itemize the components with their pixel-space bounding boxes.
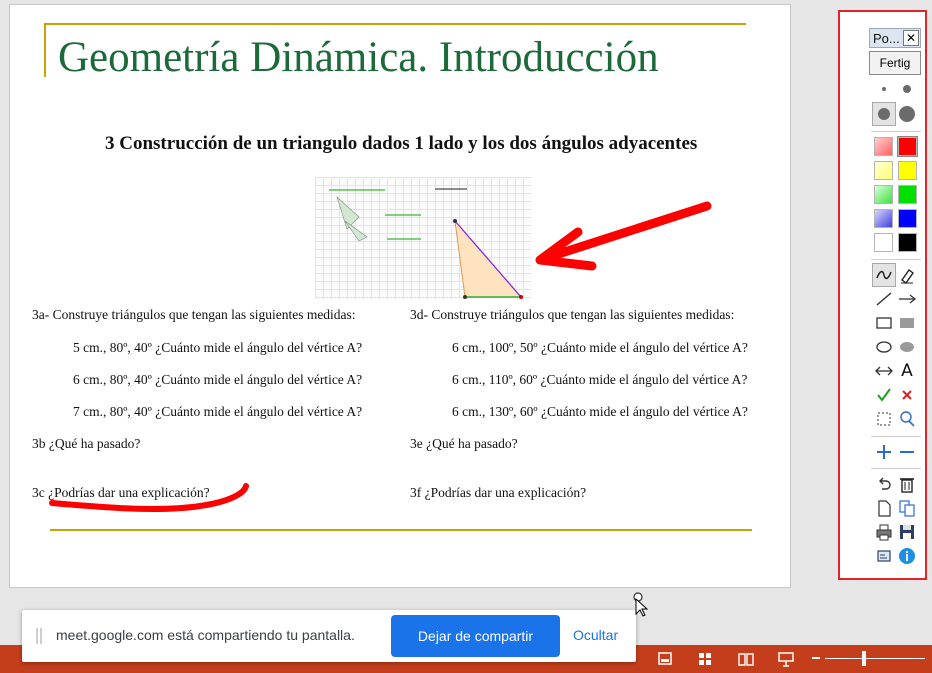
color-light-yellow[interactable] bbox=[874, 161, 893, 180]
pen-palette: Po... ✕ Fertig A bbox=[838, 10, 927, 580]
settings-icon[interactable] bbox=[873, 545, 895, 567]
select-area-icon[interactable] bbox=[873, 408, 895, 430]
ellipse-icon[interactable] bbox=[873, 336, 895, 358]
color-light-green[interactable] bbox=[874, 185, 893, 204]
exercise-3a-item: 7 cm., 80º, 40º ¿Cuánto mide el ángulo d… bbox=[73, 404, 363, 419]
new-page-icon[interactable] bbox=[873, 497, 895, 519]
title-rule bbox=[44, 23, 746, 25]
plus-icon[interactable] bbox=[873, 441, 895, 463]
mouse-cursor-icon bbox=[633, 592, 649, 617]
color-green[interactable] bbox=[898, 185, 917, 204]
line-icon[interactable] bbox=[873, 288, 895, 310]
eraser-icon[interactable] bbox=[896, 264, 918, 286]
palette-title: Po... bbox=[873, 31, 900, 46]
color-light-red[interactable] bbox=[874, 137, 893, 156]
exercise-3d-item: 6 cm., 130º, 60º ¿Cuánto mide el ángulo … bbox=[452, 404, 748, 419]
copy-icon[interactable] bbox=[896, 497, 918, 519]
palette-divider bbox=[871, 131, 921, 132]
question-3c: 3c ¿Podrías dar una explicación? bbox=[32, 485, 210, 500]
question-3b: 3b ¿Qué ha pasado? bbox=[32, 436, 141, 451]
print-icon[interactable] bbox=[873, 521, 895, 543]
zoom-slider-thumb[interactable] bbox=[862, 651, 866, 666]
filled-rectangle-icon[interactable] bbox=[896, 312, 918, 334]
rectangle-icon[interactable] bbox=[873, 312, 895, 334]
trash-icon[interactable] bbox=[896, 473, 918, 495]
hide-button[interactable]: Ocultar bbox=[573, 627, 618, 643]
slide-title: Geometría Dinámica. Introducción bbox=[58, 34, 659, 81]
palette-divider bbox=[871, 468, 921, 469]
exercise-3d-item: 6 cm., 110º, 60º ¿Cuánto mide el ángulo … bbox=[452, 372, 748, 387]
filled-ellipse-icon[interactable] bbox=[896, 336, 918, 358]
share-message: meet.google.com está compartiendo tu pan… bbox=[56, 627, 355, 643]
undo-icon[interactable] bbox=[873, 473, 895, 495]
zoom-icon[interactable] bbox=[896, 408, 918, 430]
text-icon[interactable]: A bbox=[896, 360, 918, 382]
cross-icon[interactable] bbox=[896, 384, 918, 406]
palette-header[interactable]: Po... ✕ bbox=[869, 28, 921, 48]
arrow-icon[interactable] bbox=[896, 288, 918, 310]
drag-handle-icon[interactable] bbox=[36, 628, 42, 644]
color-white[interactable] bbox=[874, 233, 893, 252]
screen-share-bar: meet.google.com está compartiendo tu pan… bbox=[22, 610, 636, 662]
question-3f: 3f ¿Podrías dar una explicación? bbox=[410, 485, 587, 500]
title-rule-tick bbox=[44, 23, 46, 77]
minus-icon[interactable] bbox=[896, 441, 918, 463]
checkmark-icon[interactable] bbox=[873, 384, 895, 406]
exercise-heading: 3 Construcción de un triangulo dados 1 l… bbox=[105, 133, 698, 154]
bottom-rule bbox=[50, 529, 752, 531]
save-icon[interactable] bbox=[896, 521, 918, 543]
double-arrow-icon[interactable] bbox=[873, 360, 895, 382]
pen-size-medium[interactable] bbox=[896, 78, 918, 100]
zoom-out-icon[interactable] bbox=[812, 657, 820, 659]
normal-view-icon[interactable] bbox=[656, 650, 674, 668]
color-blue[interactable] bbox=[898, 209, 917, 228]
palette-divider bbox=[871, 436, 921, 437]
pen-size-xlarge[interactable] bbox=[896, 103, 918, 125]
slideshow-icon[interactable] bbox=[777, 650, 795, 668]
pen-size-large[interactable] bbox=[872, 102, 896, 126]
stop-sharing-button[interactable]: Dejar de compartir bbox=[391, 615, 560, 657]
exercise-3a-intro: 3a- Construye triángulos que tengan las … bbox=[32, 307, 356, 322]
reading-view-icon[interactable] bbox=[737, 650, 755, 668]
slide-sorter-icon[interactable] bbox=[696, 650, 714, 668]
geogebra-figure bbox=[315, 177, 531, 299]
freehand-icon[interactable] bbox=[872, 263, 896, 287]
pen-size-small[interactable] bbox=[873, 78, 895, 100]
question-3e: 3e ¿Qué ha pasado? bbox=[410, 436, 518, 451]
color-yellow[interactable] bbox=[898, 161, 917, 180]
color-black[interactable] bbox=[898, 233, 917, 252]
info-icon[interactable] bbox=[896, 545, 918, 567]
triangle-construction-drawing bbox=[329, 188, 523, 299]
slide: Geometría Dinámica. Introducción 3 Const… bbox=[9, 4, 791, 588]
palette-divider bbox=[871, 259, 921, 260]
zoom-slider[interactable] bbox=[825, 658, 925, 659]
color-light-blue[interactable] bbox=[874, 209, 893, 228]
done-button[interactable]: Fertig bbox=[869, 51, 921, 75]
color-red[interactable] bbox=[897, 136, 918, 157]
exercise-3d-item: 6 cm., 100º, 50º ¿Cuánto mide el ángulo … bbox=[452, 340, 748, 355]
exercise-3d-intro: 3d- Construye triángulos que tengan las … bbox=[410, 307, 735, 322]
close-icon[interactable]: ✕ bbox=[903, 30, 919, 46]
exercise-3a-item: 6 cm., 80º, 40º ¿Cuánto mide el ángulo d… bbox=[73, 372, 363, 387]
exercise-3a-item: 5 cm., 80º, 40º ¿Cuánto mide el ángulo d… bbox=[73, 340, 363, 355]
